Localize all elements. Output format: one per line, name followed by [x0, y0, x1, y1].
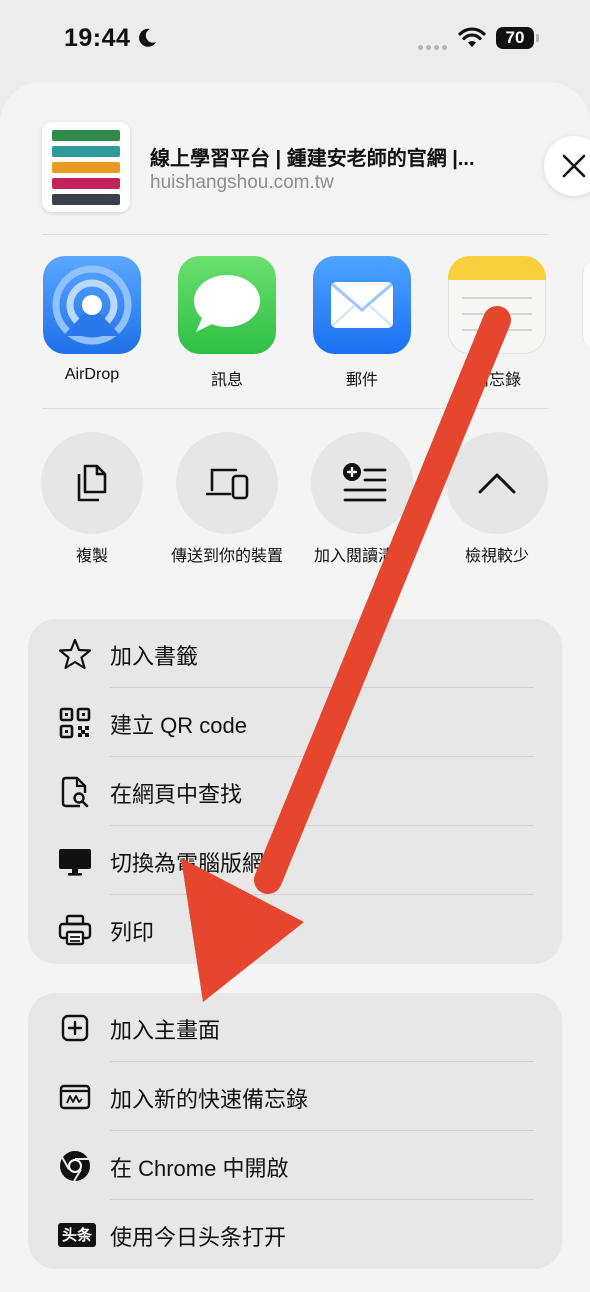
star-icon: [58, 638, 92, 670]
divider: [42, 234, 548, 235]
status-time: 19:44: [64, 24, 131, 52]
menu-item-find-in-page[interactable]: 在網頁中查找: [28, 757, 562, 826]
chrome-icon: [60, 1151, 90, 1182]
status-bar: 19:44 70: [0, 0, 590, 82]
quick-note-icon: [59, 1084, 91, 1110]
find-in-page-icon: [61, 776, 89, 808]
action-label: 加入閱讀清單: [313, 548, 410, 565]
notes-icon: [448, 256, 546, 354]
site-title: 線上學習平台 | 鍾建安老師的官網 |...: [150, 148, 475, 170]
printer-icon: [58, 914, 92, 946]
menu-item-desktop-site[interactable]: 切換為電腦版網站: [28, 826, 562, 895]
airdrop-icon: [43, 256, 141, 354]
menu-item-quick-note[interactable]: 加入新的快速備忘錄: [28, 1062, 562, 1131]
battery-level: 70: [496, 27, 534, 49]
share-app-mail[interactable]: 郵件: [312, 256, 412, 390]
menu-item-print[interactable]: 列印: [28, 895, 562, 964]
chevron-up-icon: [478, 473, 516, 494]
share-app-messages[interactable]: 訊息: [177, 256, 277, 390]
messages-icon: [178, 256, 276, 354]
action-send-to-device[interactable]: 傳送到你的裝置: [162, 432, 292, 568]
reading-list-icon: [343, 463, 387, 502]
qr-code-icon: [59, 707, 91, 739]
menu-item-add-to-home[interactable]: 加入主畫面: [28, 993, 562, 1062]
moon-icon: [139, 28, 156, 47]
close-icon: [562, 154, 586, 178]
action-view-less[interactable]: 檢視較少: [432, 432, 562, 568]
share-app-partial[interactable]: [582, 256, 590, 354]
action-label: 傳送到你的裝置: [170, 548, 283, 565]
menu-item-open-chrome[interactable]: 在 Chrome 中開啟: [28, 1131, 562, 1200]
action-reading-list[interactable]: 加入閱讀清單: [297, 432, 427, 568]
menu-item-open-toutiao[interactable]: 头条 使用今日头条打开: [28, 1200, 562, 1269]
close-button[interactable]: [544, 136, 590, 196]
app-label: 訊息: [210, 372, 243, 389]
site-thumbnail: [42, 122, 130, 212]
devices-icon: [206, 468, 249, 500]
app-label: 郵件: [345, 372, 378, 389]
menu-item-add-bookmark[interactable]: 加入書籤: [28, 619, 562, 688]
menu-group-extensions: 加入主畫面 加入新的快速備忘錄 在 Chrome 中開啟 头条 使用今日头条打开: [28, 993, 562, 1269]
toutiao-icon: 头条: [58, 1223, 96, 1247]
battery-icon: 70: [496, 27, 540, 51]
add-square-icon: [61, 1014, 89, 1042]
divider: [42, 408, 548, 409]
mail-icon: [313, 256, 411, 354]
copy-icon: [77, 464, 107, 502]
share-app-notes[interactable]: 備忘錄: [447, 256, 547, 390]
share-app-airdrop[interactable]: AirDrop: [42, 256, 142, 384]
menu-item-create-qr[interactable]: 建立 QR code: [28, 688, 562, 757]
app-label: AirDrop: [64, 366, 120, 383]
desktop-icon: [59, 849, 91, 876]
site-url: huishangshou.com.tw: [150, 172, 334, 193]
action-label: 複製: [75, 548, 108, 565]
cellular-dots-icon: [418, 37, 450, 55]
action-label: 檢視較少: [464, 548, 529, 565]
toutiao-badge-text: 头条: [61, 1226, 92, 1244]
share-header: 線上學習平台 | 鍾建安老師的官網 |... huishangshou.com.…: [42, 122, 590, 217]
share-sheet: 線上學習平台 | 鍾建安老師的官網 |... huishangshou.com.…: [0, 82, 590, 1292]
action-copy[interactable]: 複製: [27, 432, 157, 568]
app-label: 備忘錄: [472, 372, 521, 389]
menu-group-page-actions: 加入書籤 建立 QR code 在網頁中查找 切換為電腦版網站 列印: [28, 619, 562, 964]
wifi-icon: [458, 27, 486, 47]
